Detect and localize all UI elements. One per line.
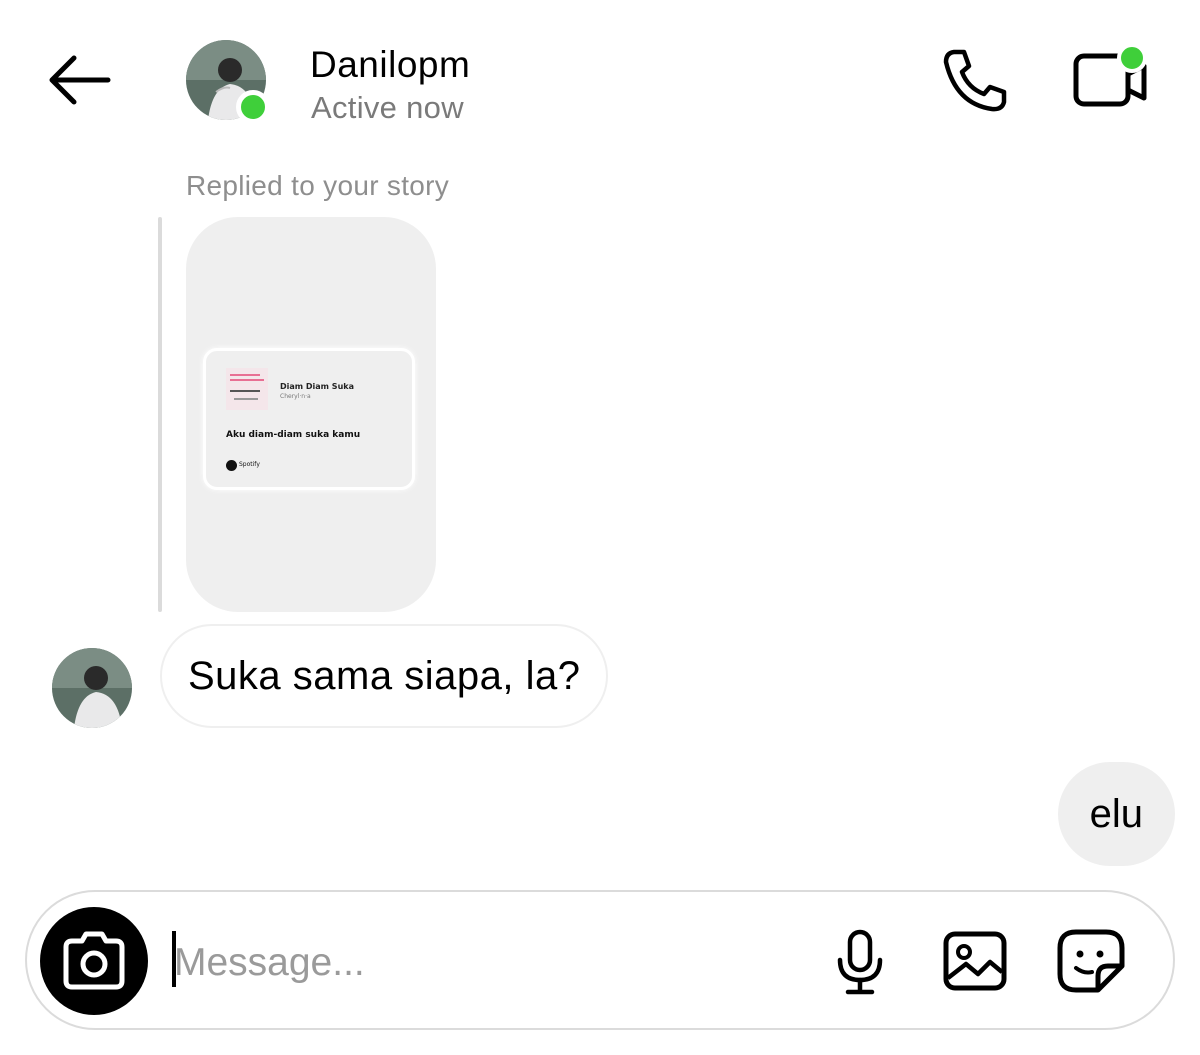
voice-message-button[interactable]: [830, 928, 890, 998]
call-button[interactable]: [938, 46, 1010, 114]
album-art: [226, 368, 268, 410]
sticker-button[interactable]: [1054, 926, 1128, 996]
spotify-icon: [226, 460, 237, 471]
replied-to-story-label: Replied to your story: [186, 170, 450, 201]
gallery-icon: [943, 931, 1007, 991]
reply-indicator-line: [158, 217, 162, 612]
message-input[interactable]: [174, 935, 774, 991]
phone-icon: [943, 49, 1007, 112]
incoming-message[interactable]: Suka sama siapa, la?: [160, 624, 609, 728]
back-button[interactable]: [44, 50, 114, 110]
arrow-left-icon: [49, 55, 111, 105]
song-artist: Cheryl·n·a: [280, 393, 311, 400]
camera-icon: [63, 931, 125, 990]
camera-button[interactable]: [40, 907, 148, 1015]
gallery-button[interactable]: [940, 928, 1012, 994]
online-indicator: [236, 90, 270, 124]
song-title: Diam Diam Suka: [280, 382, 354, 391]
microphone-icon: [837, 929, 883, 995]
song-lyric: Aku diam-diam suka kamu: [226, 430, 361, 440]
active-status: Active now: [311, 90, 464, 125]
video-call-button[interactable]: [1068, 42, 1152, 114]
message-sender-avatar[interactable]: [52, 648, 132, 728]
spotify-label: Spotify: [239, 461, 260, 468]
sticker-icon: [1057, 929, 1125, 993]
outgoing-message[interactable]: elu: [1057, 762, 1175, 866]
video-camera-icon: [1073, 43, 1147, 107]
contact-name[interactable]: Danilopm: [310, 44, 470, 86]
